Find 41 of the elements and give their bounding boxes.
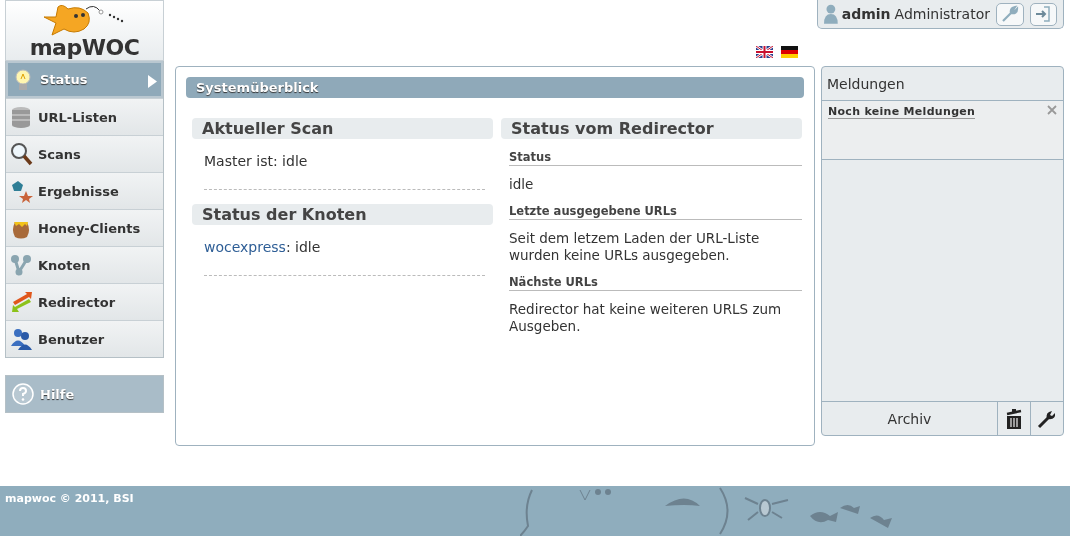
scan-status: Master ist: idle xyxy=(204,153,308,169)
section-heading: Status der Knoten xyxy=(192,204,493,225)
user-role: Administrator xyxy=(894,6,990,22)
nav-item[interactable]: Scans xyxy=(6,135,163,172)
help-icon xyxy=(12,383,34,405)
panel-title: Systemüberblick xyxy=(186,77,804,98)
magnifier-icon xyxy=(10,142,34,166)
field-text: Seit dem letzem Laden der URL-Liste wurden keine URLs ausgegeben. xyxy=(509,230,761,264)
logout-button[interactable] xyxy=(1029,2,1057,26)
wrench-icon xyxy=(1037,408,1057,429)
field-label: Nächste URLs xyxy=(509,275,802,291)
section-heading: Status vom Redirector xyxy=(501,118,802,139)
trash-icon xyxy=(1005,408,1023,429)
archive-button[interactable]: Archiv xyxy=(822,402,997,435)
uk-flag-icon[interactable] xyxy=(756,46,773,58)
wrench-icon xyxy=(1000,5,1019,23)
nav-item[interactable]: Knoten xyxy=(6,246,163,283)
field-label: Letzte ausgegebene URLs xyxy=(509,204,802,220)
logo-text: mapWOC xyxy=(29,37,140,59)
nav-item[interactable]: Ergebnisse xyxy=(6,172,163,209)
node-status: : idle xyxy=(285,239,321,255)
logout-icon xyxy=(1034,5,1053,23)
nodes-icon xyxy=(10,253,34,277)
message-text: Noch keine Meldungen xyxy=(828,105,976,119)
footer-text: mapwoc © 2011, BSI xyxy=(5,492,134,505)
field-text: idle xyxy=(509,176,535,193)
nav-item[interactable]: Redirector xyxy=(6,283,163,320)
users-icon xyxy=(10,327,34,351)
user-name: admin xyxy=(841,6,891,22)
user-icon xyxy=(824,4,838,24)
section-heading: Aktueller Scan xyxy=(192,118,493,139)
nav-item[interactable]: URL-Listen xyxy=(6,98,163,135)
arrow-icon xyxy=(148,75,157,88)
nav-item[interactable]: Honey-Clients xyxy=(6,209,163,246)
arrows-icon xyxy=(10,290,34,314)
field-text: Redirector hat keine weiteren URLS zum Ausgeben. xyxy=(509,301,783,335)
node-link[interactable]: wocexpress xyxy=(204,239,286,255)
shapes-icon xyxy=(10,179,34,203)
german-flag-icon[interactable] xyxy=(781,46,798,58)
field-label: Status xyxy=(509,150,802,166)
nav-item[interactable]: Benutzer xyxy=(6,320,163,357)
